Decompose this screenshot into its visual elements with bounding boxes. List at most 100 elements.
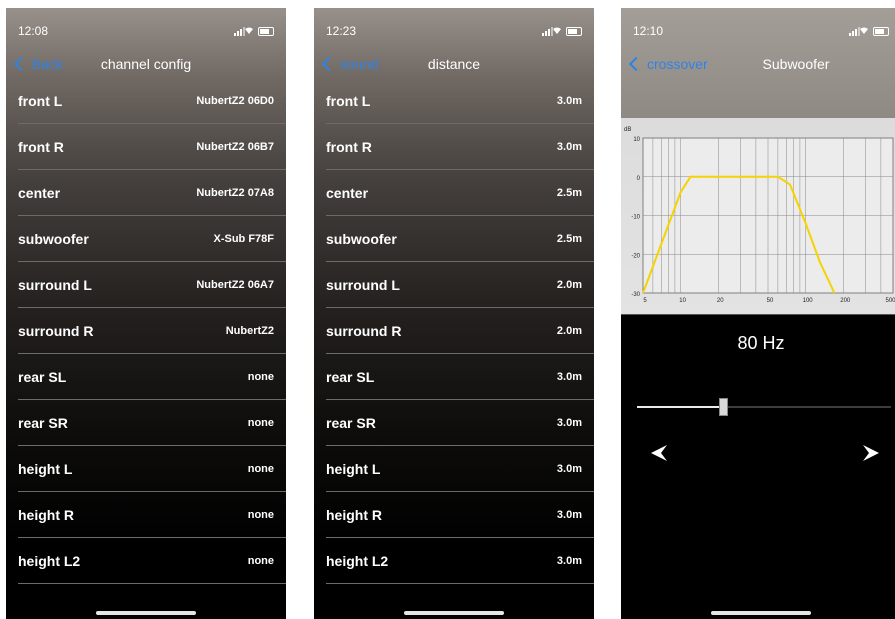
status-icons — [230, 26, 274, 36]
row-value: NubertZ2 — [225, 325, 274, 337]
row-value: X-Sub F78F — [213, 233, 274, 245]
row-label: height L2 — [326, 553, 389, 569]
row-label: front R — [326, 139, 372, 155]
row-label: rear SR — [18, 415, 68, 431]
x-tick-label: 20 — [717, 298, 724, 304]
row-label: rear SL — [18, 369, 67, 385]
row-label: height L2 — [18, 553, 81, 569]
row-value: 3.0m — [556, 141, 582, 153]
status-time: 12:08 — [18, 24, 49, 38]
list-item[interactable]: rear SR 3.0m — [326, 400, 594, 446]
home-indicator — [711, 611, 811, 615]
wifi-icon — [860, 27, 868, 34]
distance-list: front L 3.0m front R 3.0m center 2.5m subwoofe… — [314, 78, 594, 584]
list-item[interactable]: front R NubertZ2 06B7 — [18, 124, 286, 170]
list-item[interactable]: height R 3.0m — [326, 492, 594, 538]
list-item[interactable]: height L none — [18, 446, 286, 492]
slider-thumb[interactable] — [719, 398, 729, 416]
y-tick-label: 0 — [637, 176, 641, 182]
previous-arrow-icon[interactable] — [649, 443, 669, 463]
list-item[interactable]: subwoofer 2.5m — [326, 216, 594, 262]
list-item[interactable]: height L2 3.0m — [326, 538, 594, 584]
nav-bar: Back channel config — [6, 56, 286, 78]
status-bar: 12:08 — [18, 24, 274, 38]
list-item[interactable]: center 2.5m — [326, 170, 594, 216]
list-item[interactable]: subwoofer X-Sub F78F — [18, 216, 286, 262]
nav-bar: sound distance — [314, 56, 594, 78]
row-label: center — [326, 185, 369, 201]
row-value: none — [247, 371, 274, 383]
row-value: 2.5m — [556, 187, 582, 199]
row-label: front L — [326, 93, 371, 109]
list-item[interactable]: rear SR none — [18, 400, 286, 446]
x-tick-label: 100 — [803, 298, 814, 304]
frequency-slider[interactable] — [637, 398, 891, 416]
status-icons — [538, 26, 582, 36]
list-item[interactable]: surround R 2.0m — [326, 308, 594, 354]
screen-channel-config: 12:08 Back channel config front L NubertZ… — [6, 8, 286, 619]
list-item[interactable]: front R 3.0m — [326, 124, 594, 170]
x-tick-label: 5 — [643, 298, 647, 304]
row-value: 3.0m — [556, 463, 582, 475]
y-tick-label: -20 — [631, 253, 640, 259]
status-bar: 12:23 — [326, 24, 582, 38]
list-item[interactable]: height L2 none — [18, 538, 286, 584]
row-value: 3.0m — [556, 417, 582, 429]
row-label: surround R — [326, 323, 402, 339]
wifi-icon — [245, 27, 253, 34]
row-label: rear SL — [326, 369, 375, 385]
row-value: none — [247, 463, 274, 475]
row-value: 3.0m — [556, 371, 582, 383]
row-label: height L — [326, 461, 381, 477]
y-tick-label: -30 — [631, 292, 640, 298]
list-item[interactable]: surround L 2.0m — [326, 262, 594, 308]
x-tick-label: 500 Hz — [885, 298, 895, 304]
next-arrow-icon[interactable] — [861, 443, 881, 463]
row-value: 3.0m — [556, 95, 582, 107]
row-value: 3.0m — [556, 509, 582, 521]
row-label: surround L — [326, 277, 400, 293]
row-value: NubertZ2 07A8 — [196, 187, 274, 199]
frequency-readout: 80 Hz — [737, 333, 785, 353]
row-label: rear SR — [326, 415, 376, 431]
list-item[interactable]: height L 3.0m — [326, 446, 594, 492]
row-label: front L — [18, 93, 63, 109]
row-value: none — [247, 417, 274, 429]
channel-list: front L NubertZ2 06D0 front R NubertZ2 06B7… — [6, 78, 286, 584]
list-item[interactable]: surround L NubertZ2 06A7 — [18, 262, 286, 308]
row-value: NubertZ2 06D0 — [196, 95, 274, 107]
chevron-left-icon — [628, 56, 644, 72]
y-axis-label: dB — [624, 127, 631, 133]
y-tick-label: 10 — [633, 137, 640, 143]
row-label: surround L — [18, 277, 92, 293]
row-label: surround R — [18, 323, 94, 339]
x-tick-label: 200 — [840, 298, 851, 304]
list-item[interactable]: surround R NubertZ2 — [18, 308, 286, 354]
page-title: Subwoofer — [762, 56, 830, 72]
status-icons — [845, 26, 889, 36]
screen-subwoofer-crossover: 12:10 crossover Subwoofer 10 0 -10 -20 -30 dB… — [621, 8, 895, 619]
list-item[interactable]: front L 3.0m — [326, 78, 594, 124]
list-item[interactable]: center NubertZ2 07A8 — [18, 170, 286, 216]
row-value: 3.0m — [556, 555, 582, 567]
list-item[interactable]: rear SL none — [18, 354, 286, 400]
status-bar: 12:10 — [633, 24, 889, 38]
row-value: none — [247, 555, 274, 567]
page-title: channel config — [100, 56, 192, 72]
y-tick-label: -10 — [631, 215, 640, 221]
crossover-response-chart: 100-10-20-30dB5102050100200500 Hz — [624, 127, 895, 304]
row-label: height L — [18, 461, 73, 477]
list-item[interactable]: front L NubertZ2 06D0 — [18, 78, 286, 124]
screen-distance: 12:23 sound distance front L 3.0m front R 3… — [314, 8, 594, 619]
slider-fill — [637, 406, 724, 408]
battery-icon — [566, 27, 582, 36]
list-item[interactable]: height R none — [18, 492, 286, 538]
row-label: subwoofer — [18, 231, 89, 247]
row-label: center — [18, 185, 61, 201]
list-item[interactable]: rear SL 3.0m — [326, 354, 594, 400]
x-tick-label: 50 — [767, 298, 774, 304]
row-value: 2.5m — [556, 233, 582, 245]
wifi-icon — [553, 27, 561, 34]
row-label: subwoofer — [326, 231, 397, 247]
page-title: distance — [427, 56, 481, 72]
